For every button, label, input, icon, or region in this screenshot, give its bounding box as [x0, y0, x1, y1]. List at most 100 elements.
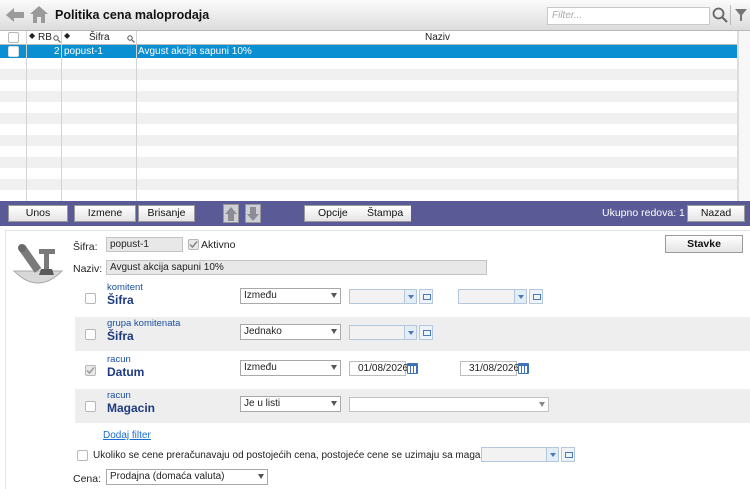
filter-group-label: racun: [107, 390, 131, 401]
arrow-down-icon: [247, 207, 259, 221]
operator-value: Je u listi: [244, 398, 281, 409]
table-row: [0, 124, 737, 135]
search-icon[interactable]: [712, 7, 728, 24]
filter-checkbox[interactable]: [85, 329, 96, 340]
table-row: [0, 80, 737, 91]
filter-button[interactable]: [730, 5, 748, 25]
filter-checkbox[interactable]: [85, 293, 96, 304]
search-icon[interactable]: [53, 35, 61, 43]
aktivno-checkbox[interactable]: [188, 239, 199, 250]
operator-select[interactable]: Između: [240, 288, 341, 304]
column-header-naziv[interactable]: Naziv: [425, 31, 450, 45]
funnel-icon: [735, 9, 747, 21]
table-row: [0, 91, 737, 102]
date-to-field[interactable]: 31/08/2026: [460, 361, 519, 376]
lookup-icon[interactable]: [561, 447, 575, 462]
move-down-button[interactable]: [245, 204, 261, 223]
lookup-icon[interactable]: [419, 289, 433, 304]
table-row: [0, 69, 737, 80]
recalc-warehouse-combo[interactable]: [481, 447, 559, 462]
operator-select[interactable]: Jednako: [240, 324, 341, 340]
recalc-label: Ukoliko se cene preračunavaju od postoje…: [93, 450, 502, 461]
filter-checkbox[interactable]: [85, 365, 96, 376]
cena-label: Cena:: [73, 473, 102, 485]
sort-indicator-icon: ◆: [29, 31, 36, 40]
lookup-icon[interactable]: [529, 289, 543, 304]
recalc-checkbox[interactable]: [77, 450, 88, 461]
filter-row-grupa-komitenata: grupa komitenata Šifra Jednako: [75, 317, 750, 351]
robot-arm-icon: [12, 244, 64, 284]
grid-header: ◆ RB ◆ Šifra Naziv: [0, 31, 737, 45]
table-row: [0, 190, 737, 201]
nazad-button[interactable]: Nazad: [687, 205, 745, 222]
cena-select[interactable]: Prodajna (domaća valuta): [106, 469, 268, 485]
chevron-down-icon: [331, 293, 337, 298]
lookup-icon[interactable]: [419, 325, 433, 340]
table-row: [0, 157, 737, 168]
sort-indicator-icon: ◆: [64, 31, 71, 40]
table-row: [0, 113, 737, 124]
column-divider: [26, 31, 27, 201]
table-row: [0, 146, 737, 157]
home-icon[interactable]: [29, 5, 49, 24]
chevron-down-icon: [331, 329, 337, 334]
calendar-icon[interactable]: [407, 363, 418, 374]
opcije-stampa-group: Opcije Štampa: [304, 205, 411, 222]
filter-field-label: Šifra: [107, 293, 134, 307]
table-row[interactable]: 2 popust-1 Avgust akcija sapuni 10%: [0, 45, 737, 58]
checkmark-icon: [189, 241, 198, 249]
izmene-button[interactable]: Izmene: [74, 205, 136, 222]
unos-button[interactable]: Unos: [8, 205, 68, 222]
filter-field-label: Magacin: [107, 401, 156, 415]
search-icon[interactable]: [127, 35, 135, 43]
column-divider: [61, 31, 62, 201]
sifra-field[interactable]: popust-1: [106, 237, 183, 252]
dropdown-icon: [404, 290, 416, 303]
checkmark-icon: [86, 367, 95, 375]
magacin-multiselect[interactable]: [349, 397, 549, 412]
row-checkbox[interactable]: [8, 46, 19, 57]
operator-value: Jednako: [244, 326, 282, 337]
table-row: [0, 168, 737, 179]
select-all-checkbox[interactable]: [8, 32, 19, 43]
table-row: [0, 58, 737, 69]
arrow-up-icon: [225, 207, 237, 221]
move-up-button[interactable]: [223, 204, 239, 223]
calendar-icon[interactable]: [518, 363, 529, 374]
value-combo[interactable]: [349, 325, 417, 340]
operator-value: Između: [244, 290, 277, 301]
operator-select[interactable]: Je u listi: [240, 396, 341, 412]
table-row: [0, 102, 737, 113]
vertical-scrollbar[interactable]: [738, 31, 750, 201]
operator-select[interactable]: Između: [240, 360, 341, 376]
chevron-down-icon: [258, 474, 264, 479]
filter-row-komitent: komitent Šifra Između: [75, 281, 750, 315]
cell-naziv: Avgust akcija sapuni 10%: [138, 46, 252, 57]
action-toolbar: Unos Izmene Brisanje Opcije Štampa Ukupn…: [0, 201, 750, 226]
filter-field-label: Datum: [107, 365, 145, 379]
sifra-label: Šifra:: [73, 241, 98, 253]
filter-input[interactable]: Filter...: [547, 7, 710, 25]
value-from-combo[interactable]: [349, 289, 417, 304]
filter-checkbox[interactable]: [85, 401, 96, 412]
records-grid: ◆ RB ◆ Šifra Naziv 2 popust-1 Avgust akc…: [0, 31, 738, 201]
naziv-field[interactable]: Avgust akcija sapuni 10%: [106, 260, 487, 275]
stavke-button[interactable]: Stavke: [665, 235, 743, 253]
filter-group-label: grupa komitenata: [107, 318, 181, 329]
title-bar: Politika cena maloprodaja Filter...: [0, 0, 750, 31]
column-header-sifra[interactable]: Šifra: [89, 31, 110, 45]
value-to-combo[interactable]: [458, 289, 527, 304]
cena-value: Prodajna (domaća valuta): [110, 471, 225, 482]
date-from-field[interactable]: 01/08/2026: [349, 361, 408, 376]
total-rows-label: Ukupno redova: 1: [602, 207, 685, 219]
table-row: [0, 135, 737, 146]
stampa-button[interactable]: Štampa: [367, 206, 403, 221]
filter-group-label: komitent: [107, 282, 143, 293]
back-arrow-icon[interactable]: [5, 7, 25, 23]
brisanje-button[interactable]: Brisanje: [138, 205, 195, 222]
opcije-button[interactable]: Opcije: [318, 206, 348, 221]
column-divider: [136, 31, 137, 201]
column-header-rb[interactable]: RB: [38, 31, 52, 45]
add-filter-link[interactable]: Dodaj filter: [103, 430, 151, 441]
dropdown-icon: [404, 326, 416, 339]
